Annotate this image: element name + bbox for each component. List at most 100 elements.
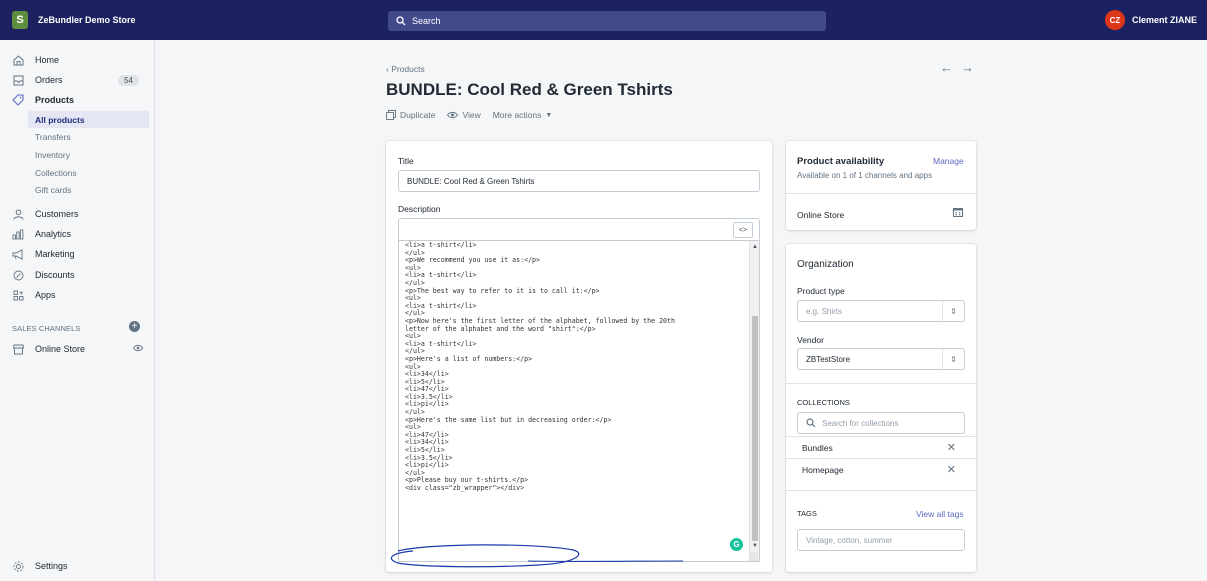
sidebar-item-online-store[interactable]: Online Store xyxy=(0,340,155,358)
sidebar-item-home[interactable]: Home xyxy=(0,51,155,69)
sidebar-item-label: Orders xyxy=(35,75,63,85)
store-name: ZeBundler Demo Store xyxy=(38,15,136,25)
title-label: Title xyxy=(398,156,414,166)
orders-count-badge: 54 xyxy=(118,74,139,86)
customers-icon xyxy=(12,208,24,220)
megaphone-icon xyxy=(12,248,24,260)
breadcrumb-label: Products xyxy=(391,64,425,74)
home-icon xyxy=(12,54,24,66)
scroll-down-icon[interactable]: ▼ xyxy=(752,543,758,549)
divider xyxy=(786,383,976,384)
page-actions: Duplicate View More actions ▼ xyxy=(386,110,564,120)
sidebar-item-analytics[interactable]: Analytics xyxy=(0,225,155,243)
duplicate-icon xyxy=(386,110,396,120)
show-html-button[interactable]: <> xyxy=(733,222,753,238)
select-arrows-icon: ⇕ xyxy=(942,301,964,321)
collection-item: Homepage ✕ xyxy=(786,458,976,480)
sidebar-subitem-all-products[interactable]: All products xyxy=(28,111,149,128)
more-actions-button[interactable]: More actions ▼ xyxy=(493,110,553,120)
tags-input[interactable]: Vintage, cotton, summer xyxy=(797,529,965,551)
collections-search-input[interactable]: Search for collections xyxy=(797,412,965,434)
vendor-select[interactable]: ZBTestStore ⇕ xyxy=(797,348,965,370)
sidebar-subitem-inventory[interactable]: Inventory xyxy=(28,146,149,163)
sidebar-item-label: Online Store xyxy=(35,344,86,354)
caret-down-icon: ▼ xyxy=(545,111,553,119)
scroll-up-icon[interactable]: ▲ xyxy=(752,244,758,250)
sidebar-item-apps[interactable]: Apps xyxy=(0,286,155,304)
sales-channels-heading: SALES CHANNELS xyxy=(12,324,81,333)
sidebar-item-settings[interactable]: Settings xyxy=(0,557,155,575)
manage-link[interactable]: Manage xyxy=(933,156,964,166)
editor-scrollbar[interactable]: ▲ ▼ xyxy=(749,241,759,561)
product-type-label: Product type xyxy=(797,286,845,296)
store-switcher[interactable]: S ZeBundler Demo Store xyxy=(12,10,136,30)
collections-heading: COLLECTIONS xyxy=(797,398,850,407)
vendor-label: Vendor xyxy=(797,335,824,345)
eye-icon[interactable] xyxy=(132,344,144,354)
title-input[interactable]: BUNDLE: Cool Red & Green Tshirts xyxy=(398,170,760,192)
search-icon xyxy=(806,418,816,428)
sidebar-item-discounts[interactable]: Discounts xyxy=(0,266,155,284)
store-icon xyxy=(12,343,24,355)
tag-icon xyxy=(12,94,24,106)
search-bar[interactable]: Search xyxy=(388,11,826,31)
gear-icon xyxy=(12,560,24,572)
apps-icon xyxy=(12,289,24,301)
description-html-editor[interactable]: <li>a t-shirt</li> </ul> <p>We recommend… xyxy=(398,240,760,562)
select-arrows-icon: ⇕ xyxy=(942,349,964,369)
calendar-icon[interactable] xyxy=(953,207,963,219)
sidebar-item-label: Products xyxy=(35,95,75,105)
availability-subtitle: Available on 1 of 1 channels and apps xyxy=(797,171,933,180)
remove-collection-icon[interactable]: ✕ xyxy=(947,441,956,454)
sidebar-item-label: Apps xyxy=(35,290,56,300)
next-arrow-icon[interactable]: → xyxy=(961,60,982,75)
page-title: BUNDLE: Cool Red & Green Tshirts xyxy=(386,80,673,99)
sidebar-item-label: Home xyxy=(35,55,60,65)
sidebar-subitem-collections[interactable]: Collections xyxy=(28,164,149,181)
search-placeholder: Search xyxy=(412,16,441,26)
search-icon xyxy=(396,16,406,26)
view-button[interactable]: View xyxy=(447,110,481,120)
shopify-logo-icon: S xyxy=(12,11,28,29)
html-source: <li>a t-shirt</li> </ul> <p>We recommend… xyxy=(405,241,675,492)
resize-handle[interactable] xyxy=(749,552,758,561)
sidebar-item-label: Marketing xyxy=(35,249,75,259)
sidebar-item-label: Discounts xyxy=(35,270,75,280)
availability-title: Product availability xyxy=(797,156,885,167)
previous-arrow-icon[interactable]: ← xyxy=(940,60,961,75)
editor-toolbar: <> xyxy=(398,218,760,240)
eye-icon xyxy=(447,111,459,119)
sidebar-item-marketing[interactable]: Marketing xyxy=(0,245,155,263)
product-type-placeholder: e.g. Shirts xyxy=(806,306,843,316)
channel-online-store: Online Store xyxy=(797,210,845,220)
description-label: Description xyxy=(398,204,441,214)
tags-heading: TAGS xyxy=(797,509,817,518)
divider xyxy=(786,193,976,194)
collection-item: Bundles ✕ xyxy=(786,436,976,458)
view-all-tags-link[interactable]: View all tags xyxy=(916,509,964,519)
sidebar-item-label: Settings xyxy=(35,561,68,571)
duplicate-button[interactable]: Duplicate xyxy=(386,110,435,120)
duplicate-label: Duplicate xyxy=(400,110,436,120)
sidebar-subitem-gift-cards[interactable]: Gift cards xyxy=(28,181,149,198)
user-menu[interactable]: CZ Clement ZIANE xyxy=(1104,10,1197,30)
sidebar-item-label: Analytics xyxy=(35,229,72,239)
view-label: View xyxy=(462,110,481,120)
grammarly-icon[interactable]: G xyxy=(730,538,743,551)
sidebar: Home Orders 54 Products All products Tra… xyxy=(0,40,155,581)
more-actions-label: More actions xyxy=(492,110,542,120)
organization-title: Organization xyxy=(797,259,854,270)
remove-collection-icon[interactable]: ✕ xyxy=(947,463,956,476)
user-name: Clement ZIANE xyxy=(1131,15,1197,25)
sidebar-item-products[interactable]: Products xyxy=(0,91,155,109)
product-type-select[interactable]: e.g. Shirts ⇕ xyxy=(797,300,965,322)
vendor-value: ZBTestStore xyxy=(806,354,851,364)
scrollbar-thumb[interactable] xyxy=(752,316,758,541)
sidebar-item-orders[interactable]: Orders 54 xyxy=(0,71,155,89)
breadcrumb[interactable]: ‹ Products xyxy=(386,64,425,74)
orders-icon xyxy=(12,74,24,86)
collection-name: Bundles xyxy=(802,442,833,453)
add-channel-icon[interactable]: + xyxy=(129,321,140,332)
sidebar-item-customers[interactable]: Customers xyxy=(0,205,155,223)
sidebar-subitem-transfers[interactable]: Transfers xyxy=(28,128,149,145)
